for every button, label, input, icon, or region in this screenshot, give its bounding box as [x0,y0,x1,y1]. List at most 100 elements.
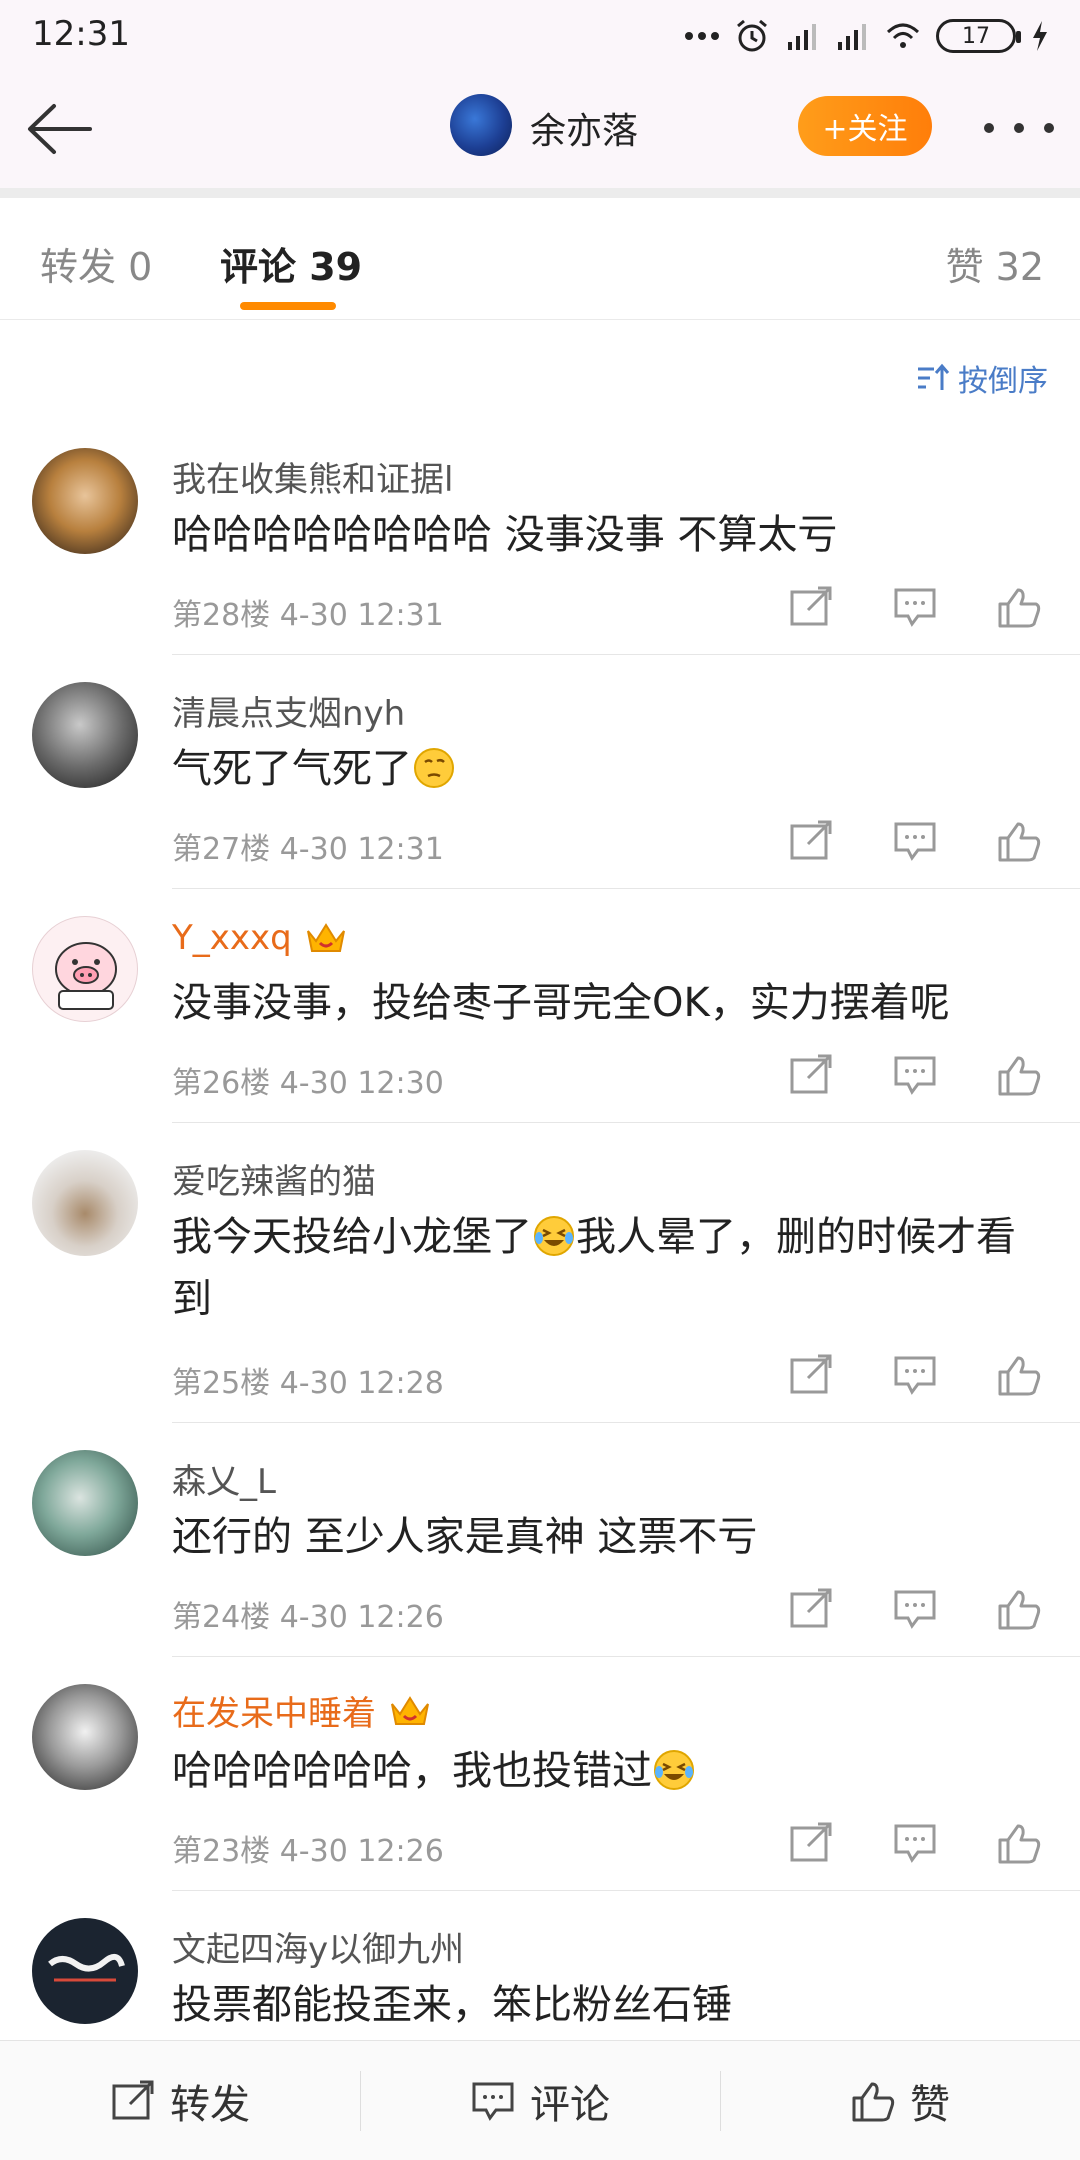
comment-item: 爱吃辣酱的猫 我今天投给小龙堡了 我人晕了，删的时候才看到 第25楼 4-30 1… [0,1150,1080,1426]
author-avatar[interactable] [450,94,512,156]
commenter-name-text: Y_xxxq [172,918,292,958]
comment-item: 我在收集熊和证据l 哈哈哈哈哈哈哈哈 没事没事 不算太亏 第28楼 4-30 1… [0,448,1080,658]
like-label: 赞 [910,2081,950,2128]
comment-item: Y_xxxq 没事没事，投给枣子哥完全OK，实力摆着呢 第26楼 4-30 12… [0,916,1080,1126]
like-button[interactable]: 赞 [720,2041,1080,2160]
comment-meta: 第28楼 4-30 12:31 [172,598,444,633]
separator [172,1122,1080,1123]
comment-icon[interactable] [892,820,938,862]
comment-item: 森乂_L 还行的 至少人家是真神 这票不亏 第24楼 4-30 12:26 [0,1450,1080,1660]
tab-comments[interactable]: 评论 39 [220,236,362,291]
separator [172,654,1080,655]
comment-text-content: 我今天投给小龙堡了 [172,1214,532,1260]
comment-text-content: 气死了气死了 [172,746,412,792]
like-icon[interactable] [996,820,1042,862]
comment-meta: 第24楼 4-30 12:26 [172,1600,444,1635]
follow-button[interactable]: +关注 [798,96,932,156]
sort-button[interactable]: 按倒序 [916,356,1048,400]
comment-item: 清晨点支烟nyh 气死了气死了 第27楼 4-30 12:31 [0,682,1080,892]
share-icon[interactable] [788,1822,834,1864]
comment-actions [788,1588,1042,1630]
comment-actions [788,1354,1042,1396]
top-navigation: 余亦落 +关注 [0,72,1080,188]
commenter-avatar[interactable] [32,1150,138,1256]
comment-text: 哈哈哈哈哈哈，我也投错过 [172,1740,1052,1802]
wifi-icon [886,23,920,48]
commenter-avatar[interactable] [32,1684,138,1790]
commenter-name-text: 在发呆中睡着 [172,1694,376,1734]
laughing-crying-emoji-icon [654,1750,694,1790]
calligraphy-avatar-icon [48,1953,125,1982]
share-icon[interactable] [788,1588,834,1630]
share-icon[interactable] [788,1054,834,1096]
commenter-name[interactable]: 我在收集熊和证据l [172,452,453,501]
commenter-name-text: 我在收集熊和证据l [172,460,454,500]
tab-bar: 转发 0 评论 39 赞 32 [0,198,1080,320]
repost-button[interactable]: 转发 [0,2041,360,2160]
comment-button[interactable]: 评论 [360,2041,720,2160]
status-bar: 12:31 17 [0,0,1080,72]
sort-label: 按倒序 [958,364,1048,399]
crown-icon [306,923,345,952]
author-name[interactable]: 余亦落 [530,102,638,154]
commenter-name-text: 爱吃辣酱的猫 [172,1162,376,1202]
comment-text: 还行的 至少人家是真神 这票不亏 [172,1514,758,1560]
battery-icon: 17 [936,19,1021,53]
share-icon[interactable] [788,820,834,862]
commenter-avatar[interactable] [32,448,138,554]
share-icon[interactable] [788,586,834,628]
like-icon[interactable] [996,586,1042,628]
signal-icon-2 [838,24,866,50]
commenter-name[interactable]: Y_xxxq [172,918,348,958]
separator [172,888,1080,889]
status-time: 12:31 [32,14,130,54]
comment-item: 在发呆中睡着 哈哈哈哈哈哈，我也投错过 第23楼 4-30 12:26 [0,1684,1080,1894]
comment-item: 文起四海y以御九州 投票都能投歪来，笨比粉丝石锤 [0,1918,1080,2040]
tab-indicator [240,302,336,310]
separator [172,1656,1080,1657]
back-arrow-icon[interactable] [24,98,94,160]
like-icon[interactable] [996,1054,1042,1096]
comment-actions [788,586,1042,628]
laughing-crying-emoji-icon [534,1216,574,1256]
share-icon[interactable] [788,1354,834,1396]
comment-icon[interactable] [892,1588,938,1630]
like-icon[interactable] [996,1822,1042,1864]
commenter-name[interactable]: 爱吃辣酱的猫 [172,1154,376,1203]
commenter-name-text: 文起四海y以御九州 [172,1930,465,1970]
commenter-name[interactable]: 清晨点支烟nyh [172,686,405,735]
battery-level: 17 [962,23,990,49]
commenter-name[interactable]: 文起四海y以御九州 [172,1922,464,1971]
comment-actions [788,820,1042,862]
commenter-name[interactable]: 在发呆中睡着 [172,1686,432,1735]
like-icon[interactable] [996,1588,1042,1630]
like-icon [852,2082,895,2121]
tab-likes[interactable]: 赞 32 [946,236,1044,291]
comment-meta: 第25楼 4-30 12:28 [172,1366,444,1401]
repost-label: 转发 [170,2081,250,2128]
commenter-name[interactable]: 森乂_L [172,1454,276,1503]
comment-text-content: 哈哈哈哈哈哈，我也投错过 [172,1748,652,1794]
comment-icon[interactable] [892,1054,938,1096]
comment-icon[interactable] [892,1354,938,1396]
comment-icon [472,2082,514,2121]
commenter-avatar[interactable] [32,682,138,788]
comment-text: 哈哈哈哈哈哈哈哈 没事没事 不算太亏 [172,512,838,558]
more-icon[interactable] [984,108,1054,148]
commenter-avatar[interactable] [32,1450,138,1556]
share-icon [112,2080,154,2119]
comment-actions [788,1054,1042,1096]
comment-icon[interactable] [892,1822,938,1864]
comment-text: 气死了气死了 [172,738,1052,800]
thinking-emoji-icon [414,748,454,788]
signal-icon [788,24,816,50]
tab-repost[interactable]: 转发 0 [40,236,152,291]
crown-icon [391,1695,429,1725]
commenter-name-text: 清晨点支烟nyh [172,694,406,734]
dots-icon [685,32,719,40]
comment-actions [788,1822,1042,1864]
comment-icon[interactable] [892,586,938,628]
commenter-avatar[interactable] [32,1918,138,2024]
commenter-avatar[interactable] [32,916,138,1022]
like-icon[interactable] [996,1354,1042,1396]
